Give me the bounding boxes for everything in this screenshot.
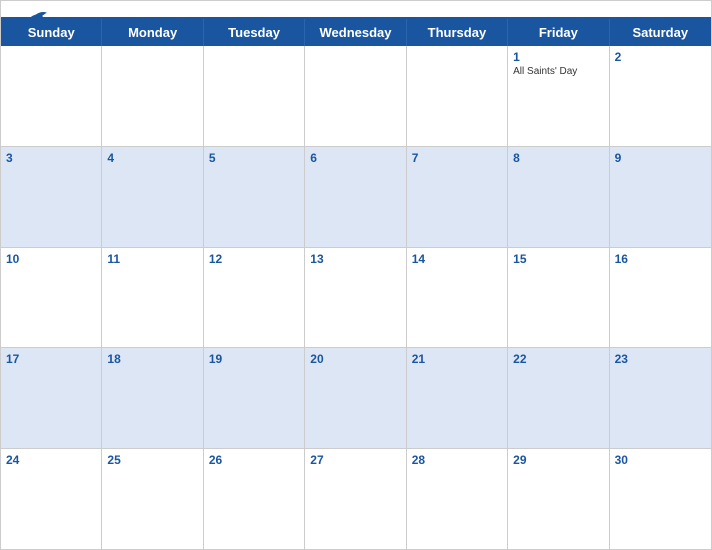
day-cell: 26 (204, 449, 305, 549)
day-number: 3 (6, 151, 96, 165)
day-header-tuesday: Tuesday (204, 19, 305, 46)
day-number: 18 (107, 352, 197, 366)
day-cell: 7 (407, 147, 508, 247)
day-cell (204, 46, 305, 146)
day-cell: 6 (305, 147, 406, 247)
day-number: 27 (310, 453, 400, 467)
calendar-header (1, 1, 711, 17)
day-header-monday: Monday (102, 19, 203, 46)
day-number: 24 (6, 453, 96, 467)
day-number: 10 (6, 252, 96, 266)
day-cell (407, 46, 508, 146)
day-cell: 25 (102, 449, 203, 549)
day-number: 4 (107, 151, 197, 165)
day-number: 12 (209, 252, 299, 266)
day-number: 29 (513, 453, 603, 467)
day-cell: 2 (610, 46, 711, 146)
day-cell: 18 (102, 348, 203, 448)
day-number: 8 (513, 151, 603, 165)
holiday-label: All Saints' Day (513, 66, 603, 78)
day-cell: 24 (1, 449, 102, 549)
day-number: 11 (107, 252, 197, 266)
day-number: 28 (412, 453, 502, 467)
day-number: 16 (615, 252, 706, 266)
week-row-5: 24 25 26 27 28 29 30 (1, 449, 711, 549)
day-cell: 1 All Saints' Day (508, 46, 609, 146)
day-cell: 9 (610, 147, 711, 247)
day-header-thursday: Thursday (407, 19, 508, 46)
day-cell: 10 (1, 248, 102, 348)
day-number: 30 (615, 453, 706, 467)
day-cell: 17 (1, 348, 102, 448)
day-number: 13 (310, 252, 400, 266)
day-cell (305, 46, 406, 146)
day-number: 1 (513, 50, 603, 64)
day-cell: 23 (610, 348, 711, 448)
day-cell: 29 (508, 449, 609, 549)
day-cell: 16 (610, 248, 711, 348)
day-cell: 11 (102, 248, 203, 348)
day-cell: 12 (204, 248, 305, 348)
day-header-friday: Friday (508, 19, 609, 46)
day-cell: 4 (102, 147, 203, 247)
day-cell: 3 (1, 147, 102, 247)
day-cell: 13 (305, 248, 406, 348)
day-cell: 20 (305, 348, 406, 448)
day-number: 20 (310, 352, 400, 366)
calendar-weeks: 1All Saints' Day234567891011121314151617… (1, 46, 711, 549)
day-cell: 19 (204, 348, 305, 448)
day-cell: 28 (407, 449, 508, 549)
logo (17, 9, 49, 29)
day-number: 15 (513, 252, 603, 266)
day-number: 7 (412, 151, 502, 165)
day-number: 17 (6, 352, 96, 366)
day-cell: 21 (407, 348, 508, 448)
day-number: 25 (107, 453, 197, 467)
calendar-page: SundayMondayTuesdayWednesdayThursdayFrid… (0, 0, 712, 550)
day-cell: 5 (204, 147, 305, 247)
day-cell (1, 46, 102, 146)
day-number: 22 (513, 352, 603, 366)
day-number: 14 (412, 252, 502, 266)
day-cell: 27 (305, 449, 406, 549)
day-cell: 30 (610, 449, 711, 549)
day-header-wednesday: Wednesday (305, 19, 406, 46)
week-row-2: 3456789 (1, 147, 711, 248)
day-header-saturday: Saturday (610, 19, 711, 46)
day-headers-row: SundayMondayTuesdayWednesdayThursdayFrid… (1, 19, 711, 46)
day-number: 2 (615, 50, 706, 64)
day-number: 23 (615, 352, 706, 366)
day-number: 6 (310, 151, 400, 165)
day-number: 21 (412, 352, 502, 366)
day-number: 5 (209, 151, 299, 165)
week-row-1: 1 All Saints' Day 2 (1, 46, 711, 147)
day-cell: 22 (508, 348, 609, 448)
day-cell: 15 (508, 248, 609, 348)
day-number: 9 (615, 151, 706, 165)
calendar-grid: SundayMondayTuesdayWednesdayThursdayFrid… (1, 17, 711, 549)
week-row-3: 10 11 12 13 14 15 16 (1, 248, 711, 349)
day-cell: 14 (407, 248, 508, 348)
day-number: 19 (209, 352, 299, 366)
day-cell (102, 46, 203, 146)
week-row-4: 17 18 19 20 21 22 23 (1, 348, 711, 449)
day-number: 26 (209, 453, 299, 467)
day-cell: 8 (508, 147, 609, 247)
logo-bird-icon (21, 9, 49, 29)
